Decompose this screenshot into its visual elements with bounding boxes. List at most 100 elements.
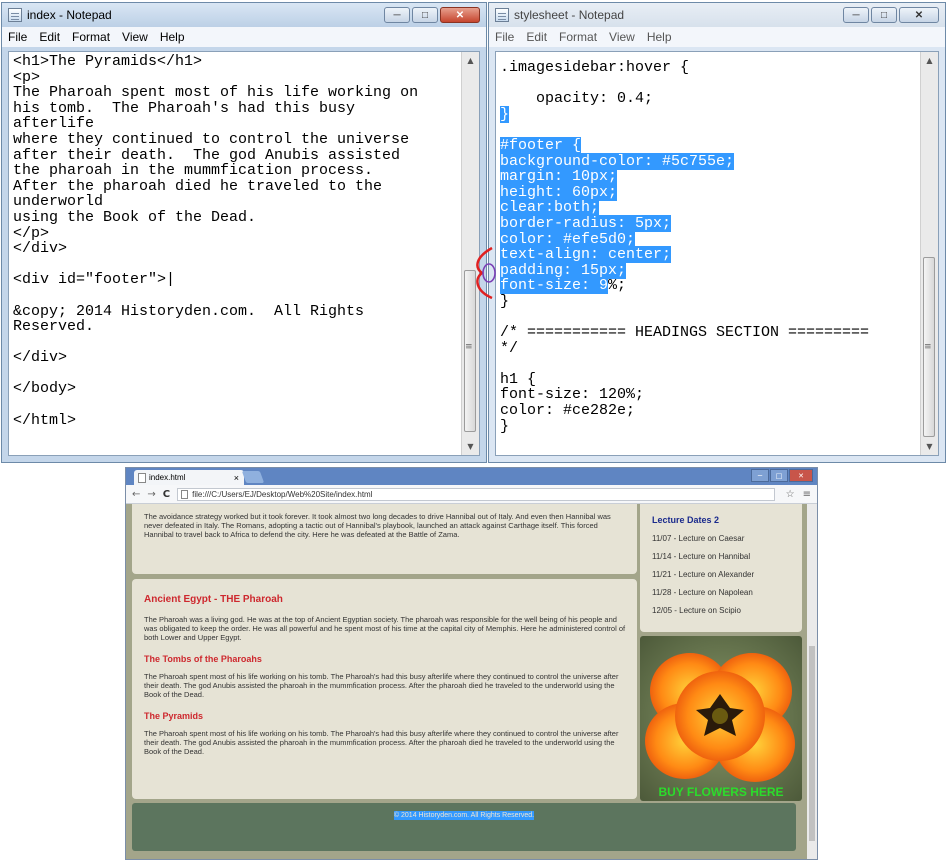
reload-icon[interactable]: C [163, 489, 170, 500]
scroll-up-icon[interactable]: ▲ [921, 52, 938, 69]
code-line: font-size: 9%; [500, 277, 627, 295]
code-line: opacity: 0.4; [500, 90, 653, 107]
code-line: #footer { [500, 136, 582, 154]
minimize-button[interactable]: ─ [384, 7, 410, 23]
page-icon [181, 489, 189, 499]
title-bar[interactable]: stylesheet - Notepad ─ □ ✕ [489, 3, 945, 27]
tab-title: index.html [149, 473, 186, 482]
flower-image-link[interactable]: BUY FLOWERS HERE [640, 636, 802, 801]
scroll-up-icon[interactable]: ▲ [462, 52, 479, 69]
menu-view[interactable]: View [122, 30, 148, 44]
code-text: .imagesidebar:hover { [500, 59, 690, 76]
title-bar[interactable]: index - Notepad ─ □ ✕ [2, 3, 486, 27]
menu-bar: File Edit Format View Help [2, 27, 486, 47]
code-text: font-size: 120%; [500, 386, 645, 404]
lecture-title: Lecture Dates 2 [652, 515, 720, 525]
selected-text: padding: 15px; [500, 261, 627, 279]
menu-edit[interactable]: Edit [39, 30, 60, 44]
forward-icon[interactable]: → [147, 489, 155, 500]
editor-text[interactable]: <h1>The Pyramids</h1> <p> The Pharoah sp… [13, 54, 457, 428]
browser-scrollbar[interactable] [807, 504, 817, 859]
menu-file[interactable]: File [495, 30, 514, 44]
close-button[interactable]: ✕ [440, 7, 480, 23]
window-title: stylesheet - Notepad [514, 8, 625, 22]
code-line: */ [500, 340, 518, 357]
lecture-item[interactable]: 11/14 - Lecture on Hannibal [652, 552, 802, 561]
grip-icon: ≡ [924, 342, 932, 352]
code-text: %; [608, 277, 627, 295]
page-icon [138, 472, 146, 483]
notepad-window-index[interactable]: index - Notepad ─ □ ✕ File Edit Format V… [1, 2, 487, 463]
page-footer: © 2014 Historyden.com. All Rights Reserv… [132, 803, 796, 851]
maximize-button[interactable]: □ [412, 7, 438, 23]
menu-icon[interactable]: ≡ [803, 489, 811, 500]
code-line: color: #ce282e; [500, 402, 635, 419]
tab-close-icon[interactable]: × [234, 473, 239, 483]
minimize-button[interactable]: ─ [843, 7, 869, 23]
code-line: /* =========== HEADINGS SECTION ========… [500, 324, 869, 341]
code-line: font-size: 120%; [500, 386, 644, 403]
tab-strip: index.html × ─ □ ✕ [126, 468, 817, 485]
address-bar[interactable]: file:///C:/Users/EJ/Desktop/Web%20Site/i… [177, 487, 775, 501]
scroll-down-icon[interactable]: ▼ [921, 438, 938, 455]
menu-file[interactable]: File [8, 30, 27, 44]
code-line: padding: 15px; [500, 261, 627, 279]
selected-text: #footer { [500, 136, 582, 154]
menu-format[interactable]: Format [72, 30, 110, 44]
selected-text: font-size: 9 [500, 277, 609, 295]
section-heading: Ancient Egypt - THE Pharoah [144, 594, 283, 605]
close-icon[interactable]: ✕ [789, 469, 813, 482]
text-editor-area[interactable]: <h1>The Pyramids</h1> <p> The Pharoah sp… [8, 51, 480, 456]
code-line: height: 60px; [500, 183, 618, 201]
lecture-item[interactable]: 11/21 - Lecture on Alexander [652, 570, 802, 579]
code-line: border-radius: 5px; [500, 214, 672, 232]
flower-caption[interactable]: BUY FLOWERS HERE [640, 785, 802, 799]
code-line: text-align: center; [500, 246, 672, 264]
maximize-icon[interactable]: □ [770, 469, 788, 482]
flower-image [640, 636, 802, 801]
paragraph: The Pharoah spent most of his life worki… [144, 729, 619, 756]
menu-help[interactable]: Help [647, 30, 672, 44]
back-icon[interactable]: ← [132, 489, 140, 500]
star-icon[interactable]: ☆ [786, 489, 795, 500]
code-line: h1 { [500, 371, 536, 388]
menu-help[interactable]: Help [160, 30, 185, 44]
vertical-scrollbar[interactable]: ▲ ≡ ▼ [920, 52, 938, 455]
notepad-window-stylesheet[interactable]: stylesheet - Notepad ─ □ ✕ File Edit For… [488, 2, 946, 463]
lecture-item[interactable]: 11/28 - Lecture on Napolean [652, 588, 802, 597]
maximize-button[interactable]: □ [871, 7, 897, 23]
browser-window[interactable]: index.html × ─ □ ✕ ← → C file:///C:/User… [125, 467, 818, 860]
paragraph: The Pharoah spent most of his life worki… [144, 672, 619, 699]
minimize-icon[interactable]: ─ [751, 469, 769, 482]
code-line: } [500, 105, 510, 123]
selected-text: background-color: #5c755e; [500, 152, 735, 170]
grip-icon: ≡ [465, 342, 473, 352]
tab-index[interactable]: index.html × [134, 470, 244, 485]
close-icon: ✕ [914, 9, 924, 21]
lecture-item[interactable]: 11/07 - Lecture on Caesar [652, 534, 802, 543]
code-line: } [500, 418, 509, 435]
menu-edit[interactable]: Edit [526, 30, 547, 44]
scrollbar-thumb[interactable] [809, 646, 815, 841]
content-panel-main: Ancient Egypt - THE Pharoah The Pharoah … [132, 579, 637, 799]
text-editor-area[interactable]: .imagesidebar:hover { opacity: 0.4; } #f… [495, 51, 939, 456]
code-text: } [500, 292, 510, 310]
lecture-item[interactable]: 12/05 - Lecture on Scipio [652, 606, 802, 615]
selected-text: text-align: center; [500, 246, 672, 264]
maximize-icon: □ [880, 9, 888, 21]
scroll-down-icon[interactable]: ▼ [462, 438, 479, 455]
maximize-icon: □ [421, 9, 429, 21]
close-button[interactable]: ✕ [899, 7, 939, 23]
selected-text: color: #efe5d0; [500, 230, 636, 248]
code-text: h1 { [500, 370, 537, 388]
code-line: background-color: #5c755e; [500, 152, 735, 170]
menu-format[interactable]: Format [559, 30, 597, 44]
editor-text[interactable]: .imagesidebar:hover { opacity: 0.4; } #f… [500, 60, 916, 434]
code-line: } [500, 293, 509, 310]
code-line: clear:both; [500, 199, 600, 217]
menu-view[interactable]: View [609, 30, 635, 44]
lecture-sidebar: Lecture Dates 2 11/07 - Lecture on Caesa… [640, 504, 802, 632]
minimize-icon: ─ [393, 9, 401, 21]
new-tab-button[interactable] [241, 471, 265, 483]
code-text: } [500, 417, 510, 435]
